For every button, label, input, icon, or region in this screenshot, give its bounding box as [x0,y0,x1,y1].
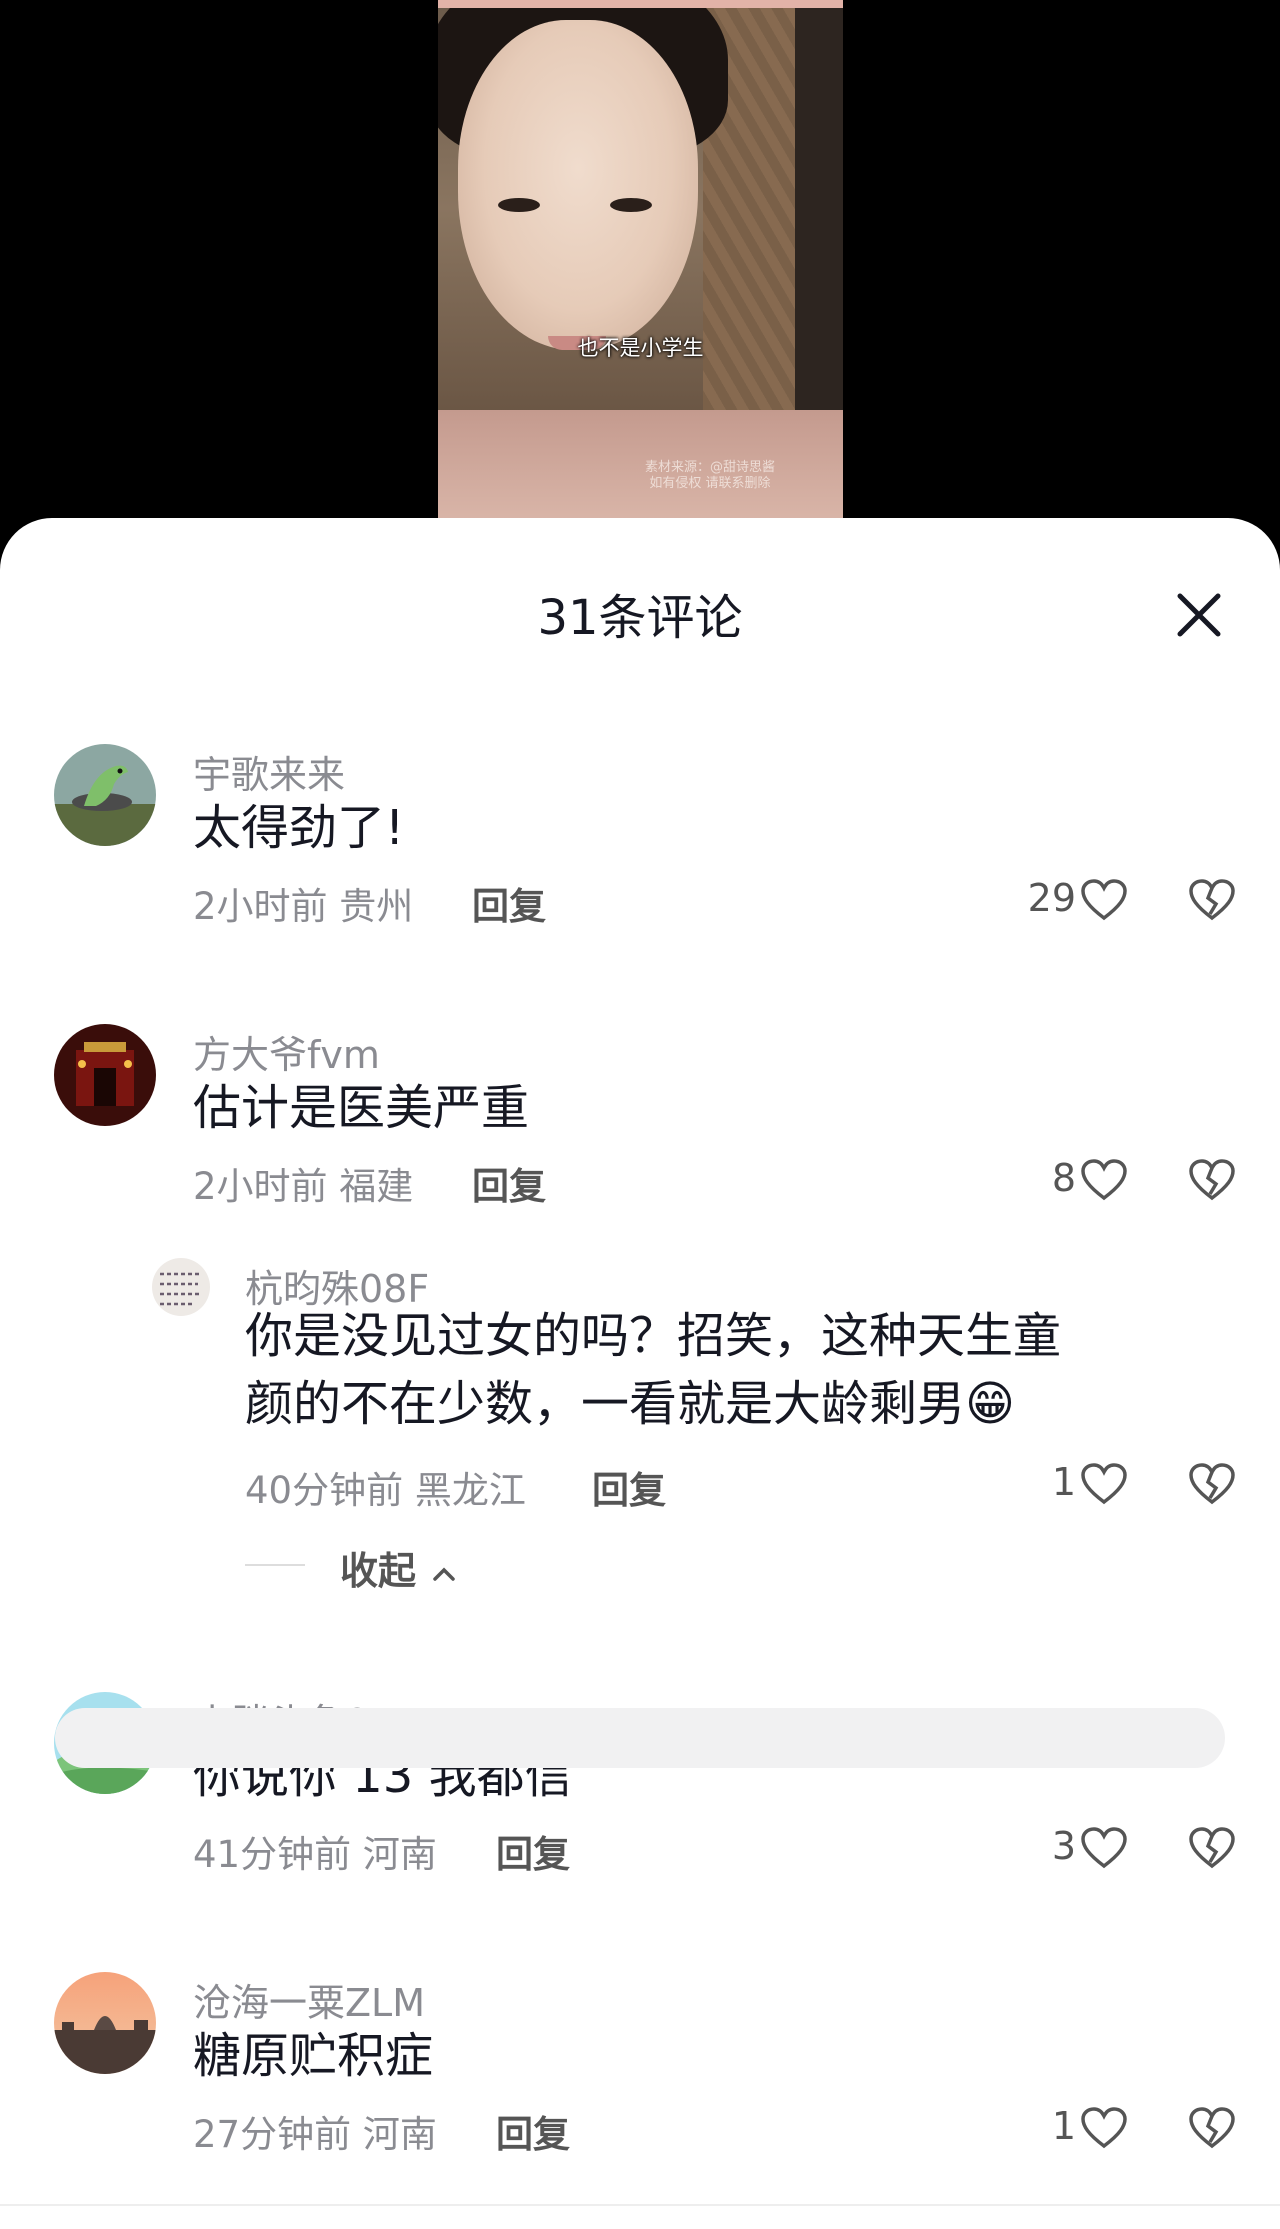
reply-button[interactable]: 回复 [496,2104,570,2158]
like-count: 29 [1027,876,1076,920]
heart-outline-icon[interactable] [1080,878,1128,922]
watermark-line-2: 如有侵权 请联系删除 [649,476,771,491]
avatar-city-sunset-image [54,1972,156,2074]
broken-heart-icon[interactable] [1188,1158,1236,1202]
close-icon[interactable] [1170,586,1228,644]
comment-time-location: 2小时前 福建 [193,1165,414,1208]
comment-text-line-1: 你是没见过女的吗？招笑，这种天生童 [245,1308,1062,1364]
comment-text-line-2: 颜的不在少数，一看就是大龄剩男😁 [245,1376,1016,1432]
avatar[interactable] [152,1258,210,1316]
comment-time-location: 27分钟前 河南 [193,2113,437,2156]
avatar[interactable] [54,1972,156,2074]
broken-heart-icon[interactable] [1188,878,1236,922]
broken-heart-icon[interactable] [1188,1462,1236,1506]
avatar[interactable] [54,744,156,846]
video-person-face [458,20,698,350]
heart-outline-icon[interactable] [1080,2106,1128,2150]
comment-time-location: 2小时前 贵州 [193,885,414,928]
like-count: 8 [1051,1156,1076,1200]
comment-text: 糖原贮积症 [193,2028,434,2084]
video-bottom-frame [438,410,843,520]
heart-outline-icon[interactable] [1080,1462,1128,1506]
broken-heart-icon[interactable] [1188,2106,1236,2150]
reply-button[interactable]: 回复 [496,1824,570,1878]
comment-username[interactable]: 沧海一粟ZLM [193,1972,425,2027]
reply-button[interactable]: 回复 [592,1460,666,1514]
comment-time-location: 40分钟前 黑龙江 [245,1469,526,1512]
avatar-handwriting-image [152,1258,210,1316]
heart-outline-icon[interactable] [1080,1158,1128,1202]
comment-text: 估计是医美严重 [193,1080,530,1136]
comment-sheet: 31条评论 宇歌来来 太得劲了! 2小时前 贵州 回复 29 方大爷fvm 估计… [0,518,1280,2229]
comment-input-field[interactable] [55,1708,1225,1768]
like-count: 1 [1051,1460,1076,1504]
comment-count-title: 31条评论 [537,590,743,646]
chevron-up-icon [433,1567,455,1581]
broken-heart-icon[interactable] [1188,1826,1236,1870]
comment-time-location: 41分钟前 河南 [193,1833,437,1876]
right-eye [610,198,652,212]
video-watermark: 素材来源：@甜诗思酱 如有侵权 请联系删除 [645,460,775,492]
avatar-restaurant-image [54,1024,156,1126]
collapse-divider [245,1564,305,1566]
left-eye [498,198,540,212]
video-subtitle: 也不是小学生 [577,336,704,360]
reply-button[interactable]: 回复 [472,1156,546,1210]
video-player[interactable]: 也不是小学生 素材来源：@甜诗思酱 如有侵权 请联系删除 [438,0,843,520]
reply-button[interactable]: 回复 [472,876,546,930]
avatar-lizard-image [54,744,156,846]
comment-username[interactable]: 方大爷fvm [193,1024,380,1079]
heart-outline-icon[interactable] [1080,1826,1128,1870]
like-count: 1 [1051,2104,1076,2148]
watermark-line-1: 素材来源：@甜诗思酱 [644,460,775,475]
video-top-strip [438,0,843,8]
like-count: 3 [1051,1824,1076,1868]
avatar[interactable] [54,1024,156,1126]
comment-username[interactable]: 宇歌来来 [193,744,345,799]
collapse-replies-button[interactable]: 收起 [340,1540,459,1595]
collapse-label: 收起 [340,1549,417,1593]
comment-text: 太得劲了! [193,800,405,856]
comment-input-bar [0,2204,1280,2229]
